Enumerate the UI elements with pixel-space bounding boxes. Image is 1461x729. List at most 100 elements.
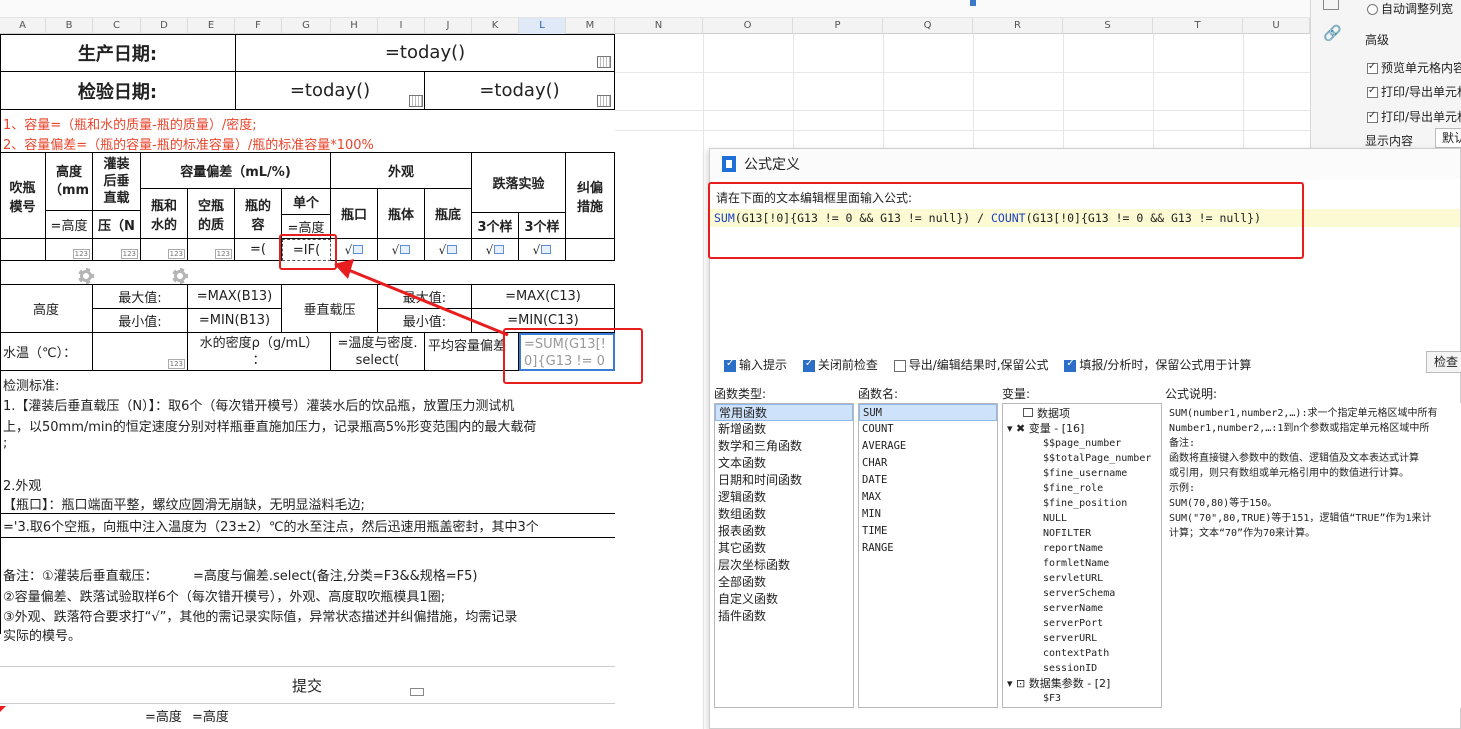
fn-name-item[interactable]: COUNT bbox=[859, 421, 997, 438]
tree-variable[interactable]: serverURL bbox=[1003, 631, 1161, 646]
tree-variable[interactable]: $fine_username bbox=[1003, 466, 1161, 481]
col-t[interactable]: T bbox=[1153, 18, 1243, 34]
col-n[interactable]: N bbox=[615, 18, 703, 34]
col-o[interactable]: O bbox=[703, 18, 793, 34]
link-icon[interactable]: 🔗 bbox=[1323, 24, 1342, 42]
col-k[interactable]: K bbox=[472, 18, 519, 34]
option-input-hint[interactable]: 输入提示 bbox=[724, 356, 787, 373]
fn-type-item[interactable]: 报表函数 bbox=[715, 523, 853, 540]
fn-name-item[interactable]: TIME bbox=[859, 523, 997, 540]
summary-max-label[interactable]: 最大值: bbox=[93, 285, 188, 309]
cell-d12[interactable]: 123 bbox=[141, 239, 188, 261]
cell-m12[interactable] bbox=[566, 239, 615, 261]
fn-type-item[interactable]: 数学和三角函数 bbox=[715, 438, 853, 455]
bottom-formula-1[interactable]: =高度 bbox=[145, 706, 182, 725]
tree-variable[interactable]: sessionID bbox=[1003, 661, 1161, 676]
col-q[interactable]: Q bbox=[883, 18, 973, 34]
fn-type-item[interactable]: 层次坐标函数 bbox=[715, 557, 853, 574]
header-drop-test[interactable]: 跌落实验 bbox=[472, 153, 566, 213]
header-drop-sample-2[interactable]: 3个样 bbox=[519, 213, 566, 239]
summary-min-label[interactable]: 最小值: bbox=[93, 309, 188, 333]
chevron-down-icon[interactable]: ▾ bbox=[1007, 677, 1016, 690]
col-c[interactable]: C bbox=[93, 18, 141, 34]
cell-f12[interactable]: =( bbox=[235, 239, 282, 261]
fn-type-item[interactable]: 日期和时间函数 bbox=[715, 472, 853, 489]
cell-e12[interactable]: 123 bbox=[188, 239, 235, 261]
col-a[interactable]: A bbox=[0, 18, 46, 34]
tree-variable[interactable]: servletURL bbox=[1003, 571, 1161, 586]
fn-name-item[interactable]: RANGE bbox=[859, 540, 997, 557]
header-bottle-water[interactable]: 瓶和水的 bbox=[141, 189, 188, 239]
gear-icon[interactable] bbox=[78, 268, 94, 284]
button-widget-icon[interactable] bbox=[410, 688, 424, 696]
fn-type-item[interactable]: 新增函数 bbox=[715, 421, 853, 438]
fn-type-item[interactable]: 插件函数 bbox=[715, 608, 853, 625]
water-temp-label[interactable]: 水温（℃）： bbox=[0, 333, 93, 371]
tree-variable[interactable]: NULL bbox=[1003, 511, 1161, 526]
col-p[interactable]: P bbox=[793, 18, 883, 34]
checkbox-icon[interactable] bbox=[893, 359, 906, 372]
calendar-icon[interactable] bbox=[597, 95, 611, 107]
header-empty-bottle[interactable]: 空瓶的质 bbox=[188, 189, 235, 239]
auto-width-option[interactable]: 自动调整列宽 bbox=[1367, 0, 1453, 17]
fn-name-item[interactable]: MAX bbox=[859, 489, 997, 506]
option-print-export-1[interactable]: 打印/导出单元格 bbox=[1367, 83, 1461, 100]
summary-max-b13[interactable]: =MAX(B13) bbox=[188, 285, 282, 309]
inspection-date-cell-1[interactable]: =today() bbox=[236, 72, 425, 110]
col-f[interactable]: F bbox=[235, 18, 282, 34]
copy-icon[interactable] bbox=[1323, 0, 1339, 10]
inspection-date-label[interactable]: 检验日期: bbox=[0, 72, 236, 110]
header-filled-load-tail[interactable]: 压（N bbox=[93, 211, 141, 239]
checkbox-icon[interactable] bbox=[1064, 358, 1077, 372]
checkbox-icon[interactable] bbox=[802, 358, 815, 372]
display-content-select[interactable]: 默认 bbox=[1435, 128, 1461, 148]
col-b[interactable]: B bbox=[46, 18, 93, 34]
checkbox-icon[interactable] bbox=[1367, 85, 1378, 98]
col-e[interactable]: E bbox=[188, 18, 235, 34]
tree-variable[interactable]: reportName bbox=[1003, 541, 1161, 556]
dropdown-icon[interactable] bbox=[541, 245, 552, 254]
tree-variable[interactable]: $fine_position bbox=[1003, 496, 1161, 511]
dialog-titlebar[interactable]: 公式定义 bbox=[710, 149, 1460, 179]
header-drop-sample-1[interactable]: 3个样 bbox=[472, 213, 519, 239]
dropdown-icon[interactable] bbox=[400, 245, 411, 254]
fn-type-item[interactable]: 自定义函数 bbox=[715, 591, 853, 608]
col-r[interactable]: R bbox=[973, 18, 1063, 34]
header-body[interactable]: 瓶体 bbox=[378, 189, 425, 239]
water-temp-value[interactable]: 123 bbox=[93, 333, 188, 371]
header-appearance[interactable]: 外观 bbox=[331, 153, 472, 189]
tree-dataset-param[interactable]: $F3 bbox=[1003, 691, 1161, 706]
fn-name-item[interactable]: AVERAGE bbox=[859, 438, 997, 455]
header-bottom[interactable]: 瓶底 bbox=[425, 189, 472, 239]
cell-c12[interactable]: 123 bbox=[93, 239, 141, 261]
tree-dataset-group[interactable]: ▾ ⊡ 数据集参数 - [2] bbox=[1003, 676, 1161, 691]
cell-l12[interactable]: √ bbox=[519, 239, 566, 261]
col-d[interactable]: D bbox=[141, 18, 188, 34]
tree-variable[interactable]: $$page_number bbox=[1003, 436, 1161, 451]
header-correction[interactable]: 纠偏措施 bbox=[566, 153, 615, 239]
header-filled-load[interactable]: 灌装后垂直载 bbox=[93, 153, 141, 211]
fn-name-item[interactable]: MIN bbox=[859, 506, 997, 523]
checkbox-icon[interactable] bbox=[1367, 61, 1378, 74]
fn-name-item[interactable]: SUM bbox=[859, 404, 997, 421]
checkbox-icon[interactable] bbox=[1367, 110, 1378, 123]
option-keep-formula-export[interactable]: 导出/编辑结果时,保留公式 bbox=[893, 356, 1049, 373]
bottom-formula-2[interactable]: =高度 bbox=[192, 706, 229, 725]
col-s[interactable]: S bbox=[1063, 18, 1153, 34]
col-h[interactable]: H bbox=[331, 18, 378, 34]
header-mold-no[interactable]: 吹瓶模号 bbox=[0, 153, 46, 239]
advanced-section[interactable]: 高级 bbox=[1365, 31, 1389, 48]
chevron-down-icon[interactable]: ▾ bbox=[1007, 422, 1016, 435]
tree-variable[interactable]: serverSchema bbox=[1003, 586, 1161, 601]
header-mouth[interactable]: 瓶口 bbox=[331, 189, 378, 239]
header-capacity-deviation[interactable]: 容量偏差（mL/%) bbox=[141, 153, 331, 189]
dropdown-icon[interactable] bbox=[447, 245, 458, 254]
tree-variable[interactable]: $fine_role bbox=[1003, 481, 1161, 496]
calendar-icon[interactable] bbox=[409, 95, 423, 107]
fn-type-item[interactable]: 全部函数 bbox=[715, 574, 853, 591]
radio-icon[interactable] bbox=[1367, 4, 1378, 15]
option-check-before-close[interactable]: 关闭前检查 bbox=[802, 356, 878, 373]
cell-a12[interactable] bbox=[0, 239, 46, 261]
header-bottle-capacity[interactable]: 瓶的容 bbox=[235, 189, 282, 239]
fn-name-item[interactable]: DATE bbox=[859, 472, 997, 489]
